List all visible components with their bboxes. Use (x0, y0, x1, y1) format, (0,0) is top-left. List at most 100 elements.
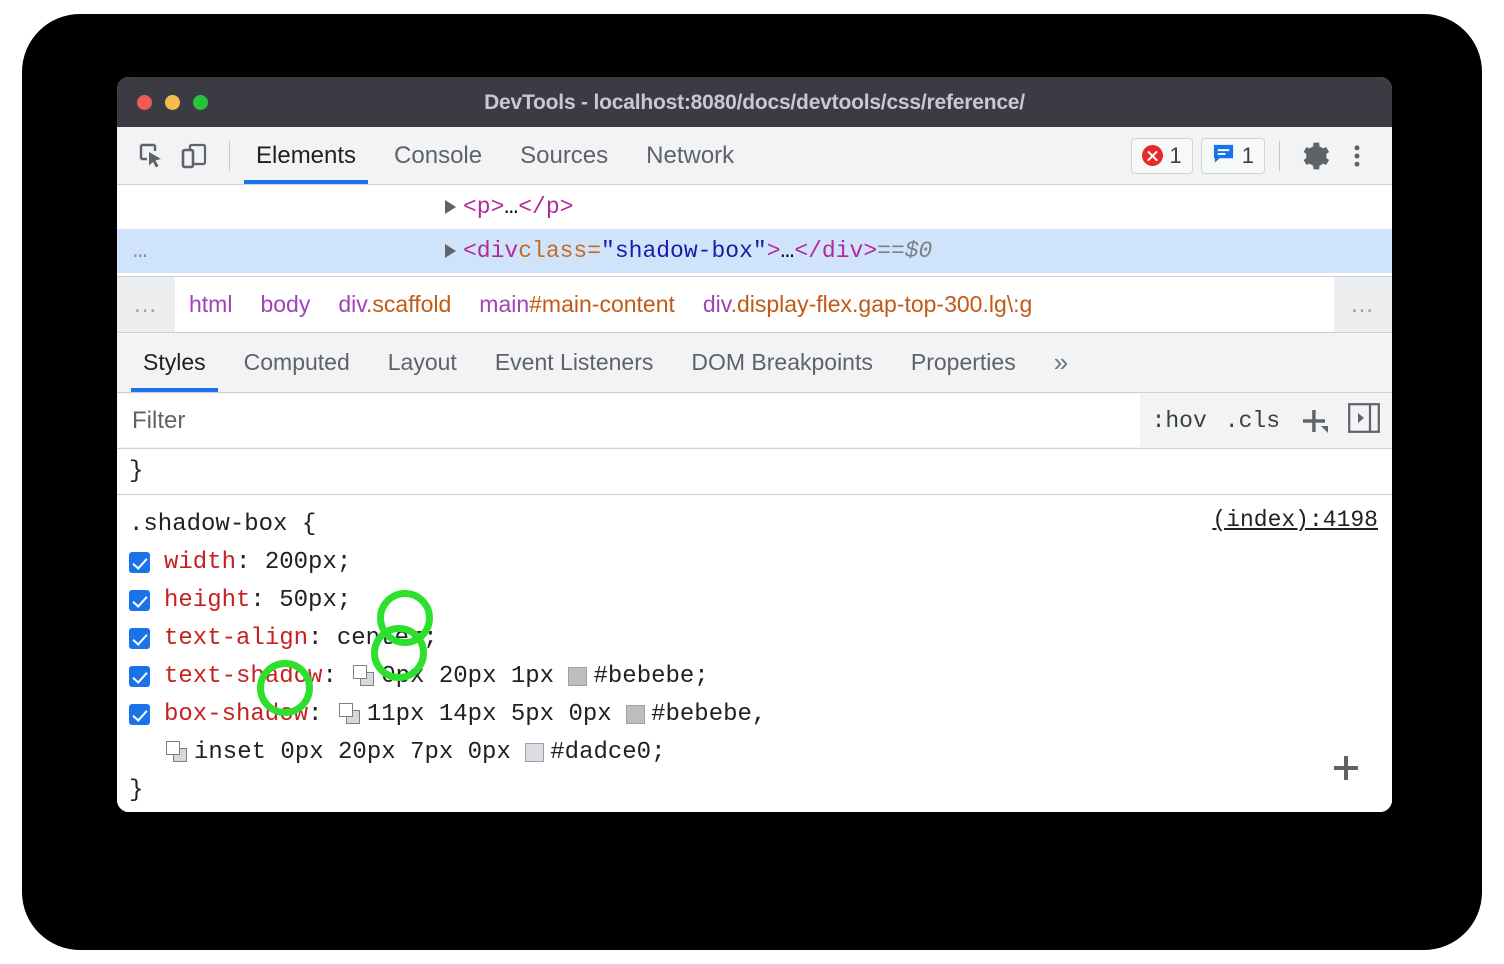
css-declaration-box-shadow[interactable]: box-shadow: 11px 14px 5px 0px #bebebe, (129, 695, 1392, 733)
breadcrumb-suffix: .display-flex.gap-top-300.lg\:g (731, 291, 1033, 317)
declaration-value[interactable]: 50px; (279, 587, 351, 614)
declaration-checkbox[interactable] (129, 628, 150, 649)
css-declaration-text-shadow[interactable]: text-shadow: 0px 20px 1px #bebebe; (129, 657, 1392, 695)
tab-dom-breakpoints[interactable]: DOM Breakpoints (679, 333, 885, 392)
breadcrumb-right-overflow[interactable]: … (1334, 277, 1392, 332)
shadow-editor-icon[interactable] (353, 665, 375, 687)
kebab-menu-icon[interactable] (1336, 135, 1378, 177)
declaration-property-name[interactable]: text-align (164, 625, 308, 652)
tab-computed[interactable]: Computed (232, 333, 362, 392)
tab-styles-label: Styles (143, 349, 206, 376)
window-title-bar: DevTools - localhost:8080/docs/devtools/… (117, 77, 1392, 127)
dom-row-p-open: <p> (463, 194, 504, 220)
declaration-color-text[interactable]: #dadce0; (550, 739, 665, 766)
tab-dom-breakpoints-label: DOM Breakpoints (691, 349, 873, 376)
tab-network[interactable]: Network (634, 128, 746, 184)
declaration-value[interactable]: center; (337, 625, 438, 652)
tab-styles[interactable]: Styles (131, 333, 218, 392)
breadcrumb-item-html[interactable]: html (175, 291, 246, 318)
css-declaration-width[interactable]: width: 200px; (129, 543, 1392, 581)
search-input[interactable] (118, 394, 1140, 447)
css-declaration-box-shadow-inset[interactable]: inset 0px 20px 7px 0px #dadce0; (129, 733, 1392, 771)
styles-filter-toolbar: :hov .cls (117, 393, 1392, 449)
message-count-button[interactable]: 1 (1201, 138, 1265, 174)
devtools-window: DevTools - localhost:8080/docs/devtools/… (117, 77, 1392, 812)
tab-console-label: Console (394, 142, 482, 170)
declaration-checkbox[interactable] (129, 590, 150, 611)
expand-triangle-icon[interactable] (445, 244, 456, 258)
breadcrumb-tag: body (260, 291, 310, 317)
add-property-plus-icon[interactable] (1328, 750, 1364, 794)
error-count-button[interactable]: 1 (1131, 138, 1193, 174)
declaration-value[interactable]: 200px; (265, 549, 351, 576)
tab-console[interactable]: Console (382, 128, 494, 184)
rule-origin-link[interactable]: (index):4198 (1212, 507, 1378, 533)
color-swatch[interactable] (568, 667, 587, 686)
error-icon (1142, 145, 1163, 166)
toolbar-divider (229, 141, 230, 171)
tab-event-listeners-label: Event Listeners (495, 349, 654, 376)
declaration-colon: : (322, 663, 351, 690)
tab-elements[interactable]: Elements (244, 128, 368, 184)
declaration-property-name[interactable]: text-shadow (164, 663, 322, 690)
breadcrumb-item-body[interactable]: body (246, 291, 324, 318)
breadcrumb-tag: html (189, 291, 232, 317)
collapse-sidebar-icon[interactable] (1348, 403, 1380, 438)
declaration-color-text[interactable]: #bebebe, (651, 701, 766, 728)
tab-layout-label: Layout (388, 349, 457, 376)
plus-icon[interactable] (1298, 405, 1330, 437)
declaration-property-name[interactable]: width (164, 549, 236, 576)
inspect-cursor-icon[interactable] (131, 135, 173, 177)
tab-network-label: Network (646, 142, 734, 170)
color-swatch[interactable] (626, 705, 645, 724)
css-selector-line[interactable]: .shadow-box { (129, 505, 1392, 543)
breadcrumb-item-div-display-flex[interactable]: div.display-flex.gap-top-300.lg\:g (689, 291, 1046, 318)
breadcrumb-suffix: #main-content (529, 291, 675, 317)
message-count-label: 1 (1242, 143, 1254, 169)
declaration-property-name[interactable]: height (164, 587, 250, 614)
devtools-main-toolbar: Elements Console Sources Network 1 (117, 127, 1392, 185)
declaration-checkbox[interactable] (129, 704, 150, 725)
expand-triangle-icon[interactable] (445, 200, 456, 214)
shadow-editor-icon[interactable] (166, 741, 188, 763)
dom-div-open: <div (463, 238, 518, 264)
dom-row-gutter-dots[interactable]: … (133, 238, 179, 265)
message-icon (1212, 142, 1235, 170)
tabs-overflow-chevron-icon[interactable]: » (1042, 333, 1080, 392)
color-swatch[interactable] (525, 743, 544, 762)
error-count-label: 1 (1170, 143, 1182, 169)
shadow-editor-icon[interactable] (339, 703, 361, 725)
breadcrumb-item-main-content[interactable]: main#main-content (465, 291, 689, 318)
tab-properties-label: Properties (911, 349, 1016, 376)
css-rule-shadow-box: (index):4198 .shadow-box { width: 200px;… (117, 495, 1392, 809)
cls-button[interactable]: .cls (1225, 408, 1280, 434)
declaration-checkbox[interactable] (129, 552, 150, 573)
tab-layout[interactable]: Layout (376, 333, 469, 392)
styles-pane-tabs: Styles Computed Layout Event Listeners D… (117, 333, 1392, 393)
declaration-checkbox[interactable] (129, 666, 150, 687)
declaration-value[interactable]: inset 0px 20px 7px 0px (194, 739, 525, 766)
declaration-colon: : (308, 701, 337, 728)
breadcrumb-left-overflow[interactable]: … (117, 277, 175, 332)
dom-tree-row-shadow-box[interactable]: … <div class="shadow-box">…</div> == $0 (117, 229, 1392, 273)
css-selector-text: .shadow-box { (129, 511, 316, 538)
dom-div-eq: == (877, 238, 905, 264)
tab-sources[interactable]: Sources (508, 128, 620, 184)
css-declaration-text-align[interactable]: text-align: center; (129, 619, 1392, 657)
gear-icon[interactable] (1294, 135, 1336, 177)
hov-button[interactable]: :hov (1152, 408, 1207, 434)
tab-properties[interactable]: Properties (899, 333, 1028, 392)
declaration-value[interactable]: 0px 20px 1px (381, 663, 568, 690)
dom-div-gt: > (767, 238, 781, 264)
declaration-color-text[interactable]: #bebebe; (593, 663, 708, 690)
breadcrumb-item-div-scaffold[interactable]: div.scaffold (324, 291, 465, 318)
declaration-property-name[interactable]: box-shadow (164, 701, 308, 728)
declaration-colon: : (250, 587, 279, 614)
device-toolbar-icon[interactable] (173, 135, 215, 177)
dom-tree-row-p[interactable]: <p>…</p> (117, 185, 1392, 229)
toolbar-divider-right (1279, 141, 1280, 171)
css-declaration-height[interactable]: height: 50px; (129, 581, 1392, 619)
tab-event-listeners[interactable]: Event Listeners (483, 333, 666, 392)
css-rule-closing-brace: } (129, 771, 1392, 809)
declaration-value[interactable]: 11px 14px 5px 0px (367, 701, 626, 728)
